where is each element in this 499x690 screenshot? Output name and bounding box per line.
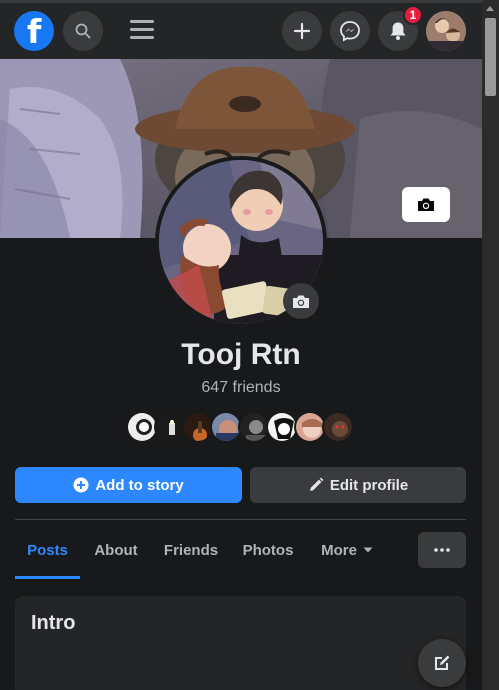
tab-friends[interactable]: Friends bbox=[155, 520, 227, 580]
search-icon bbox=[75, 23, 91, 39]
caret-down-icon bbox=[363, 547, 373, 553]
hamburger-menu-icon[interactable] bbox=[130, 20, 154, 40]
edit-profile-picture-button[interactable] bbox=[283, 283, 319, 319]
friend-avatar[interactable] bbox=[322, 411, 354, 443]
profile-options-button[interactable] bbox=[418, 532, 466, 568]
tab-more[interactable]: More bbox=[312, 520, 382, 580]
profile-name: Tooj Rtn bbox=[181, 338, 301, 371]
tab-label: Photos bbox=[242, 541, 294, 559]
add-to-story-label: Add to story bbox=[95, 476, 184, 494]
logo-letter: f bbox=[27, 12, 42, 51]
tab-photos[interactable]: Photos bbox=[235, 520, 301, 580]
intro-title: Intro bbox=[31, 612, 76, 634]
scrollbar[interactable] bbox=[482, 0, 499, 690]
tab-about[interactable]: About bbox=[85, 520, 147, 580]
facebook-logo-icon[interactable]: f bbox=[14, 11, 54, 51]
messenger-icon bbox=[340, 21, 360, 42]
create-button[interactable] bbox=[282, 11, 322, 51]
camera-icon bbox=[293, 295, 309, 308]
tab-label: More bbox=[321, 541, 357, 559]
add-to-story-button[interactable]: Add to story bbox=[15, 467, 242, 503]
top-border bbox=[0, 0, 482, 3]
friends-count[interactable]: 647 friends bbox=[0, 379, 482, 397]
top-navigation-bar: f 1 bbox=[0, 0, 482, 59]
intro-card: Intro bbox=[15, 596, 466, 690]
scroll-up-arrow-icon[interactable] bbox=[486, 6, 494, 11]
active-tab-indicator bbox=[15, 576, 80, 579]
compose-icon bbox=[435, 655, 450, 670]
ellipsis-icon bbox=[434, 548, 450, 552]
friend-avatars bbox=[126, 411, 354, 443]
plus-icon bbox=[293, 22, 311, 40]
profile-tabs: Posts About Friends Photos More bbox=[15, 520, 466, 580]
bell-icon bbox=[390, 22, 406, 40]
compose-message-button[interactable] bbox=[418, 639, 466, 687]
messenger-button[interactable] bbox=[330, 11, 370, 51]
search-button[interactable] bbox=[63, 11, 103, 51]
tab-posts[interactable]: Posts bbox=[15, 520, 80, 580]
edit-cover-photo-button[interactable] bbox=[402, 187, 450, 222]
plus-circle-icon bbox=[73, 477, 89, 493]
camera-icon bbox=[418, 198, 434, 211]
edit-profile-button[interactable]: Edit profile bbox=[250, 467, 466, 503]
pencil-icon bbox=[309, 477, 324, 491]
tab-label: About bbox=[94, 541, 138, 559]
notification-count-badge: 1 bbox=[403, 5, 423, 25]
tab-label: Friends bbox=[163, 541, 219, 559]
scrollbar-thumb[interactable] bbox=[485, 18, 496, 96]
edit-profile-label: Edit profile bbox=[329, 476, 409, 494]
account-avatar[interactable] bbox=[426, 11, 466, 51]
tab-label: Posts bbox=[27, 541, 68, 559]
